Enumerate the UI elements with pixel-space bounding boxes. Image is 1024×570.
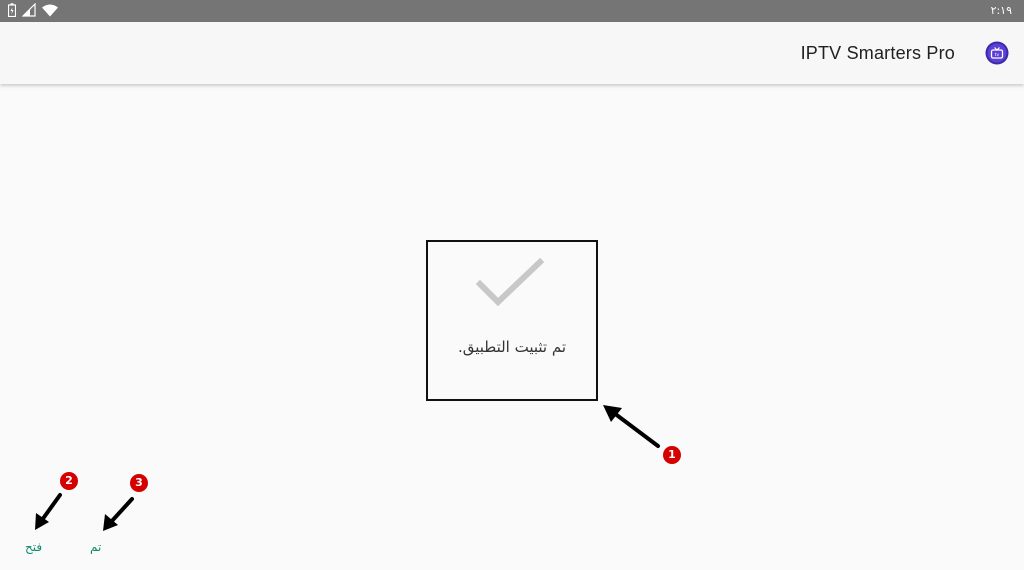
checkmark-icon (475, 257, 546, 308)
done-button[interactable]: تم (86, 538, 105, 556)
battery-icon (7, 2, 17, 21)
app-title: IPTV Smarters Pro (800, 43, 955, 63)
signal-icon (21, 2, 36, 21)
status-time: ٢:١٩ (990, 4, 1012, 17)
annotation-arrow-1 (600, 402, 662, 454)
wifi-icon (42, 2, 58, 21)
open-button[interactable]: فتح (21, 538, 46, 556)
status-icons (7, 2, 58, 21)
annotation-arrow-2 (32, 492, 64, 536)
status-bar: ٢:١٩ (0, 0, 1024, 22)
svg-text:tv: tv (995, 52, 1000, 58)
app-logo-icon: tv (985, 41, 1009, 65)
annotation-arrow-3 (100, 496, 136, 538)
annotation-badge-2: 2 (60, 472, 78, 490)
annotation-badge-3: 3 (130, 474, 148, 492)
install-complete-message: تم تثبيت التطبيق. (457, 338, 567, 356)
annotation-badge-1: 1 (663, 446, 681, 464)
app-bar: IPTV Smarters Pro tv (0, 22, 1024, 84)
